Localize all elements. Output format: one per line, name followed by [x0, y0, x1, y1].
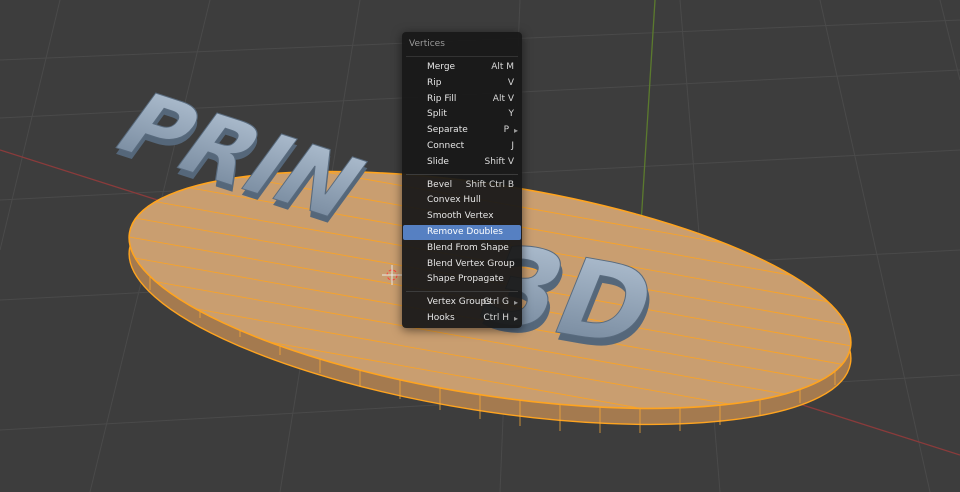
submenu-arrow-icon: ▸ [513, 314, 518, 323]
menu-item-hooks[interactable]: Hooks Ctrl H ▸ [403, 311, 521, 326]
menu-item-label: Separate [427, 125, 468, 136]
menu-item-label: Slide [427, 156, 449, 167]
menu-item-label: Convex Hull [427, 195, 481, 206]
submenu-arrow-icon: ▸ [513, 298, 518, 308]
menu-title: Vertices [409, 39, 445, 49]
menu-item-convex-hull[interactable]: Convex Hull [403, 193, 521, 208]
menu-item-smooth-vertex[interactable]: Smooth Vertex [403, 209, 521, 224]
menu-item-shortcut: P [503, 125, 509, 136]
menu-item-shortcut: Shift Ctrl B [465, 179, 514, 190]
menu-item-label: Hooks [427, 313, 455, 323]
menu-item-separate[interactable]: Separate P ▸ [403, 123, 521, 138]
menu-item-shortcut: Ctrl G [483, 297, 509, 308]
menu-item-connect[interactable]: Connect J [403, 139, 521, 154]
menu-separator [406, 291, 518, 293]
menu-item-shortcut: Y [508, 109, 515, 120]
menu-item-rip[interactable]: Rip V [403, 76, 521, 91]
menu-title-divider [406, 56, 518, 57]
menu-item-label: Connect [427, 141, 465, 151]
menu-item-label: Merge [427, 62, 456, 72]
menu-item-label: Smooth Vertex [427, 211, 494, 222]
menu-item-remove-doubles[interactable]: Remove Doubles [403, 225, 521, 240]
menu-item-label: Rip [427, 77, 442, 88]
menu-item-shortcut: Ctrl H [483, 313, 509, 323]
vertices-menu: Vertices Merge Alt M Rip V Rip Fill Alt V Spli… [402, 32, 522, 328]
menu-item-shortcut: Alt V [492, 93, 514, 104]
menu-item-blend-from-shape[interactable]: Blend From Shape [403, 241, 521, 256]
menu-item-label: Vertex Groups [427, 297, 491, 308]
menu-item-shortcut: J [511, 141, 514, 151]
menu-item-slide[interactable]: Slide Shift V [403, 155, 521, 170]
menu-item-shortcut: V [507, 77, 514, 88]
menu-item-label: Remove Doubles [427, 227, 503, 237]
menu-item-label: Rip Fill [427, 93, 457, 104]
menu-item-label: Split [427, 109, 447, 120]
menu-item-bevel[interactable]: Bevel Shift Ctrl B [403, 178, 521, 193]
menu-item-label: Blend Vertex Group [427, 258, 515, 269]
3d-viewport[interactable]: PRIN PRIN 3D 3D Vertices Merge Alt M Rip V R… [0, 0, 960, 492]
menu-item-shape-propagate[interactable]: Shape Propagate [403, 272, 521, 287]
menu-item-merge[interactable]: Merge Alt M [403, 60, 521, 75]
menu-item-rip-fill[interactable]: Rip Fill Alt V [403, 92, 521, 107]
menu-item-label: Bevel [427, 179, 453, 190]
menu-item-vertex-groups[interactable]: Vertex Groups Ctrl G ▸ [403, 295, 521, 310]
submenu-arrow-icon: ▸ [513, 126, 518, 136]
menu-item-blend-vertex-group[interactable]: Blend Vertex Group [403, 257, 521, 272]
menu-separator [406, 173, 518, 175]
menu-item-shortcut: Shift V [484, 156, 514, 167]
menu-item-shortcut: Alt M [491, 62, 514, 72]
menu-item-label: Shape Propagate [427, 274, 504, 285]
menu-item-label: Blend From Shape [427, 242, 509, 253]
menu-item-split[interactable]: Split Y [403, 107, 521, 122]
y-axis-line [639, 0, 656, 241]
